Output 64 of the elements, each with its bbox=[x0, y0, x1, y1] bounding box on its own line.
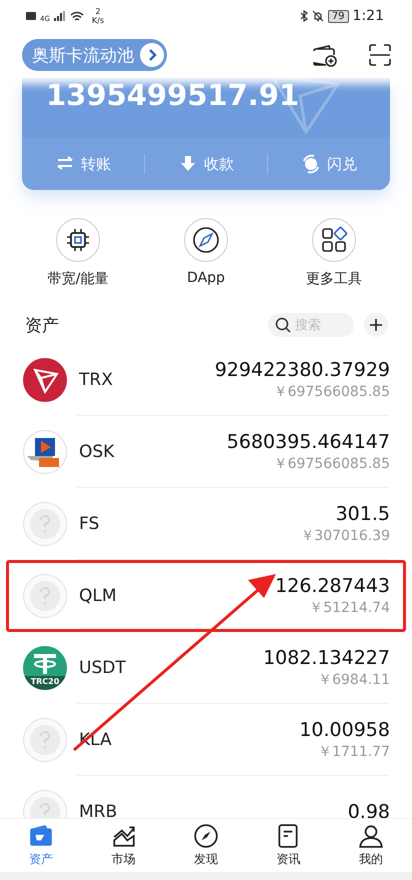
bluetooth-icon bbox=[300, 10, 308, 22]
scan-icon bbox=[368, 43, 392, 67]
token-amount: 929422380.37929 bbox=[214, 359, 390, 381]
battery-level: 79 bbox=[328, 10, 349, 22]
token-name: OSK bbox=[79, 442, 116, 462]
token-badge: TRC20 bbox=[23, 676, 67, 690]
token-logo-icon bbox=[23, 430, 67, 474]
token-name: QLM bbox=[79, 586, 118, 606]
asset-row[interactable]: FS 301.5 ￥307016.39 bbox=[6, 488, 406, 560]
add-wallet-icon bbox=[312, 43, 338, 67]
search-field[interactable]: 搜索 bbox=[268, 313, 354, 337]
speed-value: 2 bbox=[95, 7, 100, 16]
fiat-value: ￥6984.11 bbox=[318, 671, 390, 689]
nav-tab[interactable]: 我的 bbox=[330, 819, 412, 872]
question-coin-icon bbox=[23, 574, 67, 618]
chevron-right-icon bbox=[140, 43, 164, 67]
token-amount: 1082.134227 bbox=[263, 647, 390, 669]
tool-button[interactable]: DApp bbox=[142, 218, 270, 288]
asset-row[interactable]: TRC20 USDT 1082.134227 ￥6984.11 bbox=[6, 632, 406, 704]
search-icon bbox=[275, 317, 291, 333]
question-coin-icon bbox=[23, 718, 67, 762]
nav-tab[interactable]: 资讯 bbox=[247, 819, 330, 872]
token-amount: 0.98 bbox=[348, 801, 390, 818]
add-button[interactable] bbox=[364, 313, 388, 337]
tool-button[interactable]: 更多工具 bbox=[270, 218, 398, 288]
section-title: 资产 bbox=[25, 314, 59, 336]
asset-row[interactable]: TRX 929422380.37929 ￥697566085.85 bbox=[6, 344, 406, 416]
wifi-icon bbox=[70, 10, 84, 22]
apps-grid-icon bbox=[320, 226, 348, 254]
asset-row[interactable]: OSK 5680395.464147 ￥697566085.85 bbox=[6, 416, 406, 488]
nav-tab[interactable]: 资产 bbox=[0, 819, 82, 872]
clock-time: 1:21 bbox=[352, 8, 384, 24]
balance-amount: 1395499517.91 bbox=[45, 78, 300, 112]
fiat-value: ￥697566085.85 bbox=[274, 383, 390, 401]
nav-tab[interactable]: 发现 bbox=[164, 819, 248, 872]
fiat-value: ￥307016.39 bbox=[300, 527, 390, 545]
fiat-value: ￥697566085.85 bbox=[274, 455, 390, 473]
wallet-icon bbox=[28, 823, 54, 849]
person-icon bbox=[358, 823, 384, 849]
tool-button[interactable]: 带宽/能量 bbox=[14, 218, 142, 288]
nav-tab[interactable]: 市场 bbox=[82, 819, 165, 872]
muted-bell-icon bbox=[312, 10, 324, 22]
fiat-value: ￥51214.74 bbox=[309, 599, 390, 617]
token-amount: 301.5 bbox=[336, 503, 390, 525]
token-amount: 126.287443 bbox=[275, 575, 390, 597]
token-name: USDT bbox=[79, 658, 127, 678]
compass-icon bbox=[192, 226, 220, 254]
token-logo-icon bbox=[23, 358, 67, 402]
token-amount: 5680395.464147 bbox=[226, 431, 390, 453]
speed-unit: K/s bbox=[92, 16, 104, 25]
question-coin-icon bbox=[23, 502, 67, 546]
token-name: TRX bbox=[79, 370, 114, 390]
plus-icon bbox=[369, 318, 383, 332]
asset-row[interactable]: QLM 126.287443 ￥51214.74 bbox=[6, 560, 406, 632]
token-name: FS bbox=[79, 514, 100, 534]
fiat-value: ￥1711.77 bbox=[318, 743, 390, 761]
swap-icon bbox=[301, 154, 321, 174]
token-name: MRB bbox=[79, 802, 118, 818]
chip-icon bbox=[64, 226, 92, 254]
hd-icon bbox=[26, 12, 36, 20]
tether-icon bbox=[32, 654, 58, 676]
signal-icon bbox=[54, 11, 66, 21]
compass-icon bbox=[193, 823, 220, 849]
token-amount: 10.00958 bbox=[299, 719, 390, 741]
